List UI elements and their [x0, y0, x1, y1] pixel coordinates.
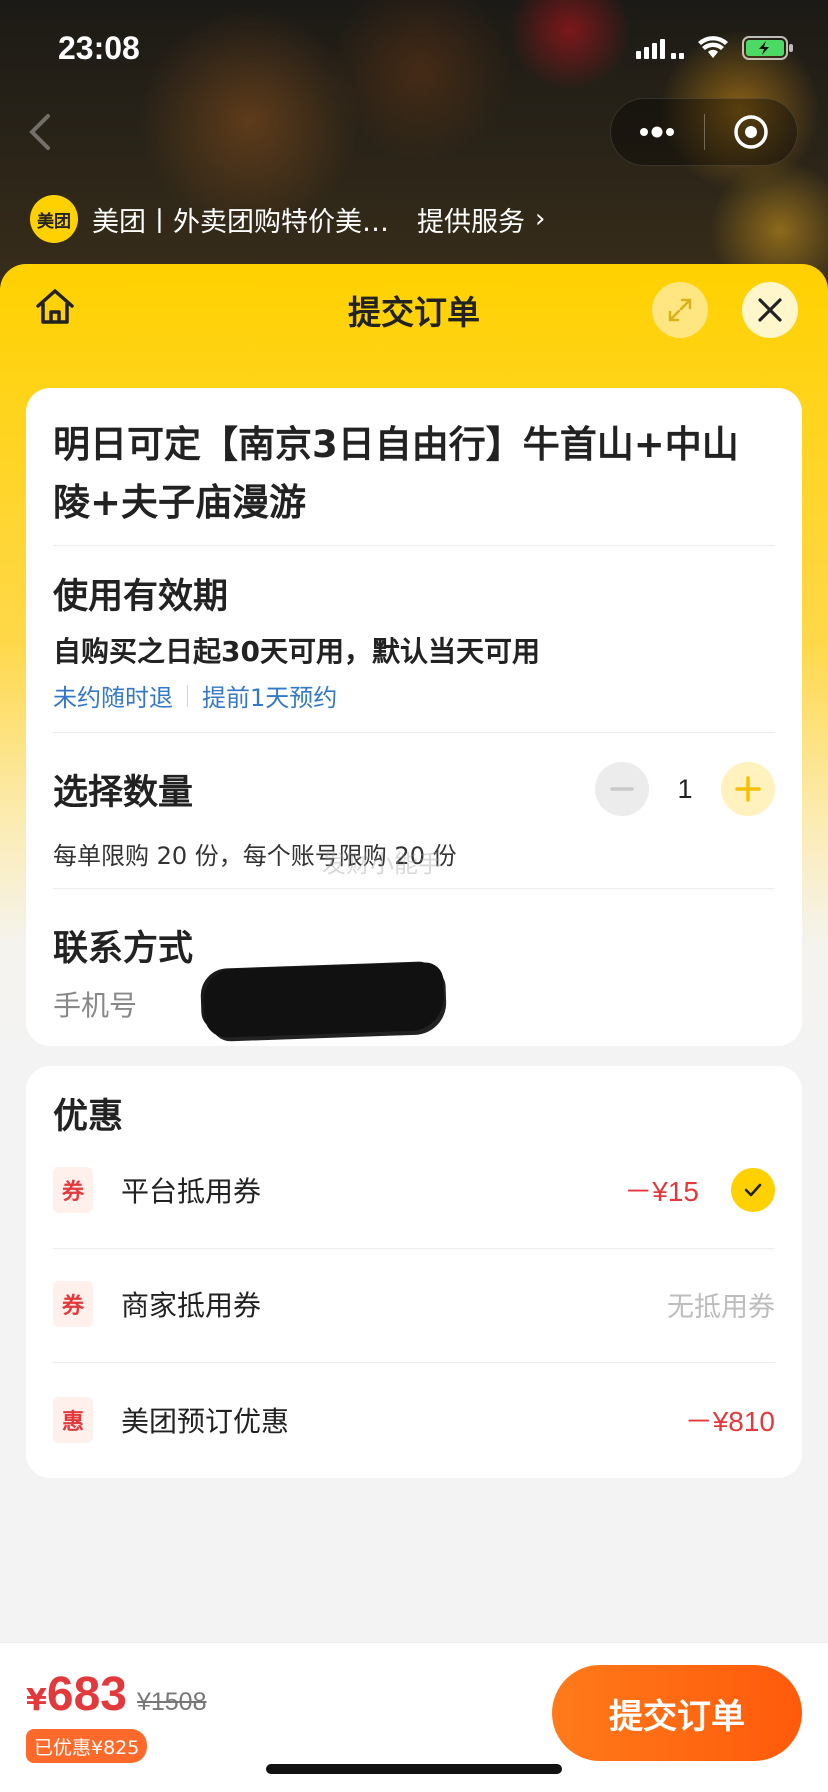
status-time: 23:08 [58, 30, 140, 66]
tag-refund[interactable]: 未约随时退 [53, 678, 173, 713]
divider [53, 545, 775, 546]
more-dots-icon [640, 126, 675, 138]
close-button[interactable] [742, 282, 798, 338]
final-price: 683 [46, 1668, 127, 1721]
increase-button[interactable] [721, 762, 775, 816]
divider [53, 888, 775, 889]
exit-button[interactable] [705, 99, 798, 165]
expand-button[interactable] [652, 282, 708, 338]
close-icon [758, 298, 782, 322]
discount-value: －¥15 [624, 1176, 699, 1207]
service-name: 美团丨外卖团购特价美… [92, 206, 389, 238]
quantity-value: 1 [677, 773, 693, 804]
discount-label: 商家抵用券 [121, 1289, 262, 1322]
chevron-right-icon: › [535, 204, 546, 234]
discount-row-merchant-coupon[interactable]: 券 商家抵用券 无抵用券 [53, 1264, 775, 1344]
product-title: 明日可定【南京3日自由行】牛首山+中山陵+夫子庙漫游 [53, 423, 739, 524]
discount-card: 优惠 券 平台抵用券 －¥15 券 商家抵用券 无抵用券 惠 美团预订优惠 －¥… [26, 1066, 802, 1478]
tag-reservation[interactable]: 提前1天预约 [202, 678, 337, 713]
discount-row-booking-offer[interactable]: 惠 美团预订优惠 －¥810 [53, 1380, 775, 1460]
status-icons [636, 36, 794, 60]
policy-tags: 未约随时退 提前1天预约 [53, 678, 337, 713]
discount-label: 平台抵用券 [121, 1175, 262, 1208]
divider [53, 1362, 775, 1363]
plus-icon [735, 776, 761, 802]
divider [53, 732, 775, 733]
order-details-card: 明日可定【南京3日自由行】牛首山+中山陵+夫子庙漫游 使用有效期 自购买之日起3… [26, 388, 802, 1046]
contact-title: 联系方式 [53, 929, 194, 969]
mini-program-capsule [610, 98, 798, 166]
currency-symbol: ¥ [26, 1683, 47, 1718]
divider [53, 1248, 775, 1249]
phone-label: 手机号 [53, 989, 138, 1022]
original-price: ¥1508 [136, 1688, 207, 1716]
offer-badge: 惠 [53, 1397, 93, 1443]
coupon-badge: 券 [53, 1281, 93, 1327]
watermark-text: 发财小能手 [322, 850, 442, 878]
price-block: ¥ 683 ¥1508 [26, 1667, 207, 1722]
discount-value: 无抵用券 [667, 1291, 775, 1323]
saved-amount-badge[interactable]: 已优惠¥825 [26, 1729, 148, 1763]
validity-title: 使用有效期 [53, 577, 229, 617]
tag-separator [187, 684, 188, 707]
quantity-stepper: 1 [595, 762, 775, 816]
discount-title: 优惠 [53, 1097, 124, 1137]
back-arrow-icon[interactable] [28, 112, 52, 152]
more-button[interactable] [611, 99, 704, 165]
validity-text: 自购买之日起30天可用，默认当天可用 [53, 635, 540, 668]
expand-icon [668, 298, 692, 322]
sheet-header: 提交订单 [0, 264, 828, 354]
redacted-phone-number[interactable] [202, 961, 446, 1039]
check-icon[interactable] [731, 1168, 775, 1212]
discount-value: －¥810 [684, 1406, 775, 1437]
discount-label: 美团预订优惠 [121, 1405, 290, 1438]
meituan-logo: 美团 [30, 195, 78, 243]
service-provider-row[interactable]: 美团 美团丨外卖团购特价美… 提供服务 › [30, 194, 545, 244]
discount-row-platform-coupon[interactable]: 券 平台抵用券 －¥15 [53, 1150, 775, 1230]
target-icon [734, 115, 768, 149]
quantity-title: 选择数量 [53, 773, 194, 813]
signal-icon [636, 37, 684, 59]
decrease-button[interactable] [595, 762, 649, 816]
submit-order-button[interactable]: 提交订单 [552, 1665, 802, 1761]
minus-icon [610, 787, 634, 791]
battery-icon [742, 36, 794, 60]
wifi-icon [698, 36, 728, 60]
coupon-badge: 券 [53, 1167, 93, 1213]
service-provide-label: 提供服务 [417, 206, 525, 238]
status-bar: 23:08 [0, 0, 828, 100]
home-indicator [266, 1764, 562, 1774]
